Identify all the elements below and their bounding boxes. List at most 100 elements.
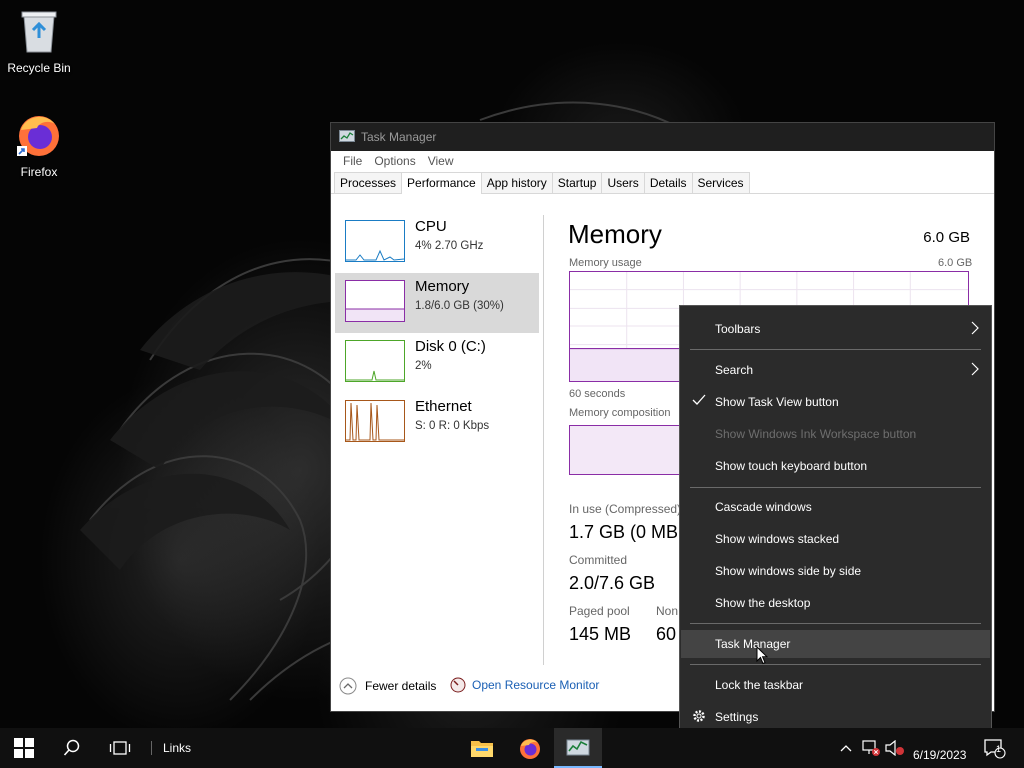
memory-heading: Memory xyxy=(568,219,662,249)
fewer-details-button[interactable]: Fewer details xyxy=(339,677,436,695)
lock-the-taskbar-label: Lock the taskbar xyxy=(715,678,804,692)
non-paged-pool-label: Non xyxy=(656,604,679,618)
firefox-label: Firefox xyxy=(20,165,58,179)
in-use-label: In use (Compressed) xyxy=(569,502,682,516)
cascade-windows-label: Cascade windows xyxy=(715,500,812,514)
menu-item-toolbars[interactable]: Toolbars xyxy=(681,315,990,343)
menu-separator xyxy=(690,664,981,665)
search-label: Search xyxy=(715,363,754,377)
menu-separator xyxy=(690,487,981,488)
show-windows-ink-workspace-label: Show Windows Ink Workspace button xyxy=(715,427,917,441)
action-center-button[interactable]: 1 xyxy=(978,728,1010,768)
resource-monitor-icon xyxy=(450,677,466,693)
memory-detail: 1.8/6.0 GB (30%) xyxy=(415,300,504,312)
committed-value: 2.0/7.6 GB xyxy=(569,573,656,593)
panel-divider xyxy=(543,215,544,665)
paged-pool-label: Paged pool xyxy=(569,604,630,618)
tab-app-history[interactable]: App history xyxy=(480,172,553,193)
search-icon xyxy=(63,739,80,756)
chevron-up-icon xyxy=(840,745,852,752)
menu-file[interactable]: File xyxy=(337,154,368,168)
task-view-button[interactable] xyxy=(96,728,144,768)
menu-separator xyxy=(690,623,981,624)
in-use-value: 1.7 GB (0 MB xyxy=(569,522,679,542)
menu-item-cascade-windows[interactable]: Cascade windows xyxy=(681,493,990,521)
file-explorer-button[interactable] xyxy=(458,728,506,768)
resource-disk[interactable]: Disk 0 (C:) 2% xyxy=(335,333,539,393)
notification-count: 1 xyxy=(996,744,1002,754)
desktop-icon-recycle-bin[interactable]: Recycle Bin xyxy=(1,8,77,75)
recycle-bin-icon xyxy=(21,11,57,53)
toolbar-divider xyxy=(151,741,152,755)
toolbars-label: Toolbars xyxy=(715,322,761,336)
menu-item-task-manager[interactable]: Task Manager xyxy=(681,630,990,658)
memory-composition-label: Memory composition xyxy=(569,407,671,419)
recycle-bin-label: Recycle Bin xyxy=(7,61,71,75)
tab-processes[interactable]: Processes xyxy=(334,172,403,193)
show-windows-side-by-side-label: Show windows side by side xyxy=(715,564,862,578)
task-view-icon xyxy=(109,741,131,755)
menu-item-show-windows-stacked[interactable]: Show windows stacked xyxy=(681,525,990,553)
resource-memory[interactable]: Memory 1.8/6.0 GB (30%) xyxy=(335,273,539,333)
start-button[interactable] xyxy=(0,728,48,768)
network-button[interactable] xyxy=(860,728,882,768)
memory-usage-label: Memory usage xyxy=(569,257,642,269)
menu-item-show-touch-keyboard-button[interactable]: Show touch keyboard button xyxy=(681,452,990,480)
fewer-details-label: Fewer details xyxy=(365,679,437,693)
tab-users[interactable]: Users xyxy=(601,172,645,193)
open-resource-monitor-link[interactable]: Open Resource Monitor xyxy=(450,677,599,693)
firefox-icon xyxy=(520,739,540,759)
menu-item-search[interactable]: Search xyxy=(681,356,990,384)
taskbar-date[interactable]: 6/19/2023 xyxy=(913,748,966,762)
time-axis-label: 60 seconds xyxy=(569,388,626,400)
firefox-taskbar-button[interactable] xyxy=(506,728,554,768)
tab-startup[interactable]: Startup xyxy=(551,172,603,193)
tab-details[interactable]: Details xyxy=(643,172,693,193)
task-manager-taskbar-button[interactable] xyxy=(554,728,602,768)
title-bar[interactable]: Task Manager xyxy=(331,123,994,151)
menu-bar: File Options View xyxy=(331,151,994,171)
task-manager-icon xyxy=(566,739,590,756)
resource-cpu[interactable]: CPU 4% 2.70 GHz xyxy=(335,213,539,273)
show-the-desktop-label: Show the desktop xyxy=(715,596,811,610)
search-button[interactable] xyxy=(48,728,96,768)
chevron-right-icon xyxy=(971,362,979,376)
resource-ethernet[interactable]: Ethernet S: 0 R: 0 Kbps xyxy=(335,393,539,453)
menu-item-show-task-view-button[interactable]: Show Task View button xyxy=(681,388,990,416)
menu-item-lock-the-taskbar[interactable]: Lock the taskbar xyxy=(681,671,990,699)
cpu-thumbnail-graph xyxy=(345,220,405,262)
resource-list: CPU 4% 2.70 GHz Memory 1.8/6.0 GB (30%) … xyxy=(335,213,539,453)
menu-options[interactable]: Options xyxy=(368,154,421,168)
disk-detail: 2% xyxy=(415,360,432,372)
volume-button[interactable] xyxy=(884,728,906,768)
committed-label: Committed xyxy=(569,553,628,567)
memory-name: Memory xyxy=(415,278,470,295)
tab-performance[interactable]: Performance xyxy=(401,172,482,194)
task-manager-icon xyxy=(339,130,355,142)
menu-item-show-windows-side-by-side[interactable]: Show windows side by side xyxy=(681,557,990,585)
menu-item-show-windows-ink-workspace-button: Show Windows Ink Workspace button xyxy=(681,420,990,448)
window-title: Task Manager xyxy=(361,130,437,144)
tab-services[interactable]: Services xyxy=(691,172,750,193)
menu-view[interactable]: View xyxy=(422,154,460,168)
show-windows-stacked-label: Show windows stacked xyxy=(715,532,840,546)
network-disconnected-icon xyxy=(862,740,880,756)
menu-item-show-the-desktop[interactable]: Show the desktop xyxy=(681,589,990,617)
disk-thumbnail-graph xyxy=(345,340,405,382)
taskbar[interactable]: Links 6/19/2023 1 xyxy=(0,728,1024,768)
menu-item-settings[interactable]: Settings xyxy=(681,703,990,731)
ethernet-detail: S: 0 R: 0 Kbps xyxy=(415,420,490,432)
show-touch-keyboard-label: Show touch keyboard button xyxy=(715,459,868,473)
chevron-right-icon xyxy=(971,321,979,335)
desktop-icon-firefox[interactable]: Firefox xyxy=(1,110,77,179)
taskbar-context-menu: Toolbars Search Show Task View button Sh… xyxy=(679,305,992,742)
cpu-name: CPU xyxy=(415,218,447,235)
paged-pool-value: 145 MB xyxy=(569,624,632,644)
non-paged-pool-value: 60 xyxy=(656,624,677,644)
settings-label: Settings xyxy=(715,710,759,724)
notification-icon xyxy=(984,739,1006,759)
links-toolbar[interactable]: Links xyxy=(163,741,191,755)
checkmark-icon xyxy=(692,394,706,405)
show-hidden-icons-button[interactable] xyxy=(836,728,856,768)
gear-icon xyxy=(693,710,705,722)
